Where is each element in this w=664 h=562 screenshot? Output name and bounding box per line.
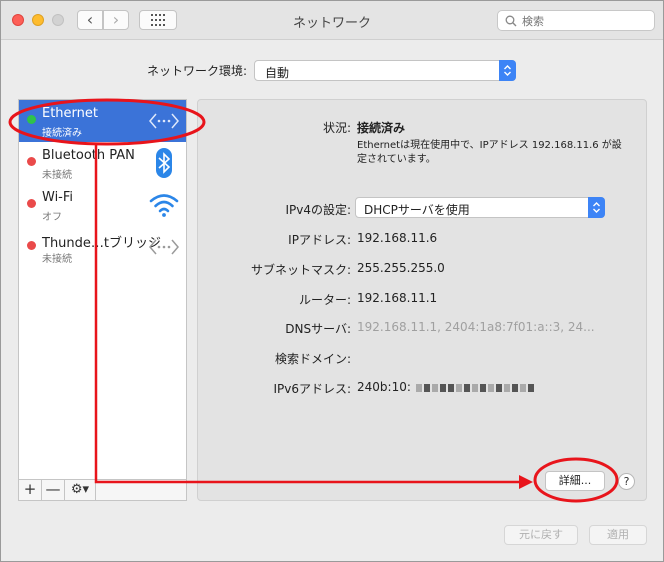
status-dot xyxy=(27,199,36,208)
subnet-mask-label: サブネットマスク: xyxy=(250,263,351,277)
ip-address-label: IPアドレス: xyxy=(288,233,351,247)
status-description: Ethernetは現在使用中で、IPアドレス 192.168.11.6 が設定さ… xyxy=(357,140,622,165)
service-status: オフ xyxy=(42,212,62,223)
updown-chevron-icon xyxy=(593,202,600,213)
location-value: 自動 xyxy=(265,66,290,80)
service-name: Ethernet xyxy=(42,106,98,121)
service-item-bluetooth-pan[interactable]: Bluetooth PAN 未接続 xyxy=(19,142,186,184)
remove-service-button[interactable]: — xyxy=(42,480,65,500)
gear-icon: ⚙︎▾ xyxy=(70,482,90,497)
updown-chevron-icon xyxy=(504,65,511,76)
service-list-toolbar: + — ⚙︎▾ xyxy=(18,480,187,501)
ipv6-address-label: IPv6アドレス: xyxy=(273,382,351,396)
status-dot xyxy=(27,115,36,124)
title-bar: ‹ › ネットワーク xyxy=(1,1,663,40)
service-name: Wi-Fi xyxy=(42,190,74,205)
location-stepper xyxy=(499,60,516,81)
router-label: ルーター: xyxy=(298,293,351,307)
ipv4-config-value: DHCPサーバを使用 xyxy=(364,203,470,217)
status-dot xyxy=(27,157,36,166)
service-item-wifi[interactable]: Wi-Fi オフ xyxy=(19,184,186,226)
add-service-button[interactable]: + xyxy=(19,480,42,500)
search-input[interactable] xyxy=(520,12,654,30)
status-value: 接続済み xyxy=(357,121,406,135)
service-item-ethernet[interactable]: Ethernet 接続済み xyxy=(19,100,186,142)
ipv4-stepper xyxy=(588,197,605,218)
search-domain-label: 検索ドメイン: xyxy=(274,352,351,366)
service-list: Ethernet 接続済み Bluetooth PAN 未接続 Wi-Fi オフ xyxy=(18,99,187,480)
ip-address-value: 192.168.11.6 xyxy=(357,231,438,245)
advanced-button[interactable]: 詳細... xyxy=(545,471,605,491)
ipv6-prefix: 240b:10: xyxy=(357,380,411,394)
redacted-mask xyxy=(415,380,535,394)
service-name: Bluetooth PAN xyxy=(42,148,135,163)
service-status: 未接続 xyxy=(42,254,72,265)
ipv4-config-label: IPv4の設定: xyxy=(285,203,351,217)
ethernet-icon xyxy=(149,113,179,129)
dns-label: DNSサーバ: xyxy=(285,322,351,336)
location-label: ネットワーク環境: xyxy=(147,64,248,78)
network-preferences-window: ‹ › ネットワーク ネットワーク環境: 自動 xyxy=(0,0,664,562)
search-icon xyxy=(505,15,517,27)
status-label: 状況: xyxy=(322,121,351,135)
bluetooth-icon xyxy=(156,148,172,178)
apply-button[interactable]: 適用 xyxy=(589,525,647,545)
search-field[interactable] xyxy=(497,10,655,31)
status-dot xyxy=(27,241,36,250)
service-status: 未接続 xyxy=(42,170,72,181)
gear-menu-button[interactable]: ⚙︎▾ xyxy=(65,480,96,500)
ipv6-address-value: 240b:10: xyxy=(357,380,535,394)
service-status: 接続済み xyxy=(42,128,82,139)
router-value: 192.168.11.1 xyxy=(357,291,438,305)
wifi-icon xyxy=(149,194,179,217)
ipv4-config-select[interactable]: DHCPサーバを使用 xyxy=(355,197,605,218)
service-item-thunderbolt-bridge[interactable]: Thunde…tブリッジ 未接続 xyxy=(19,226,186,268)
dns-value: 192.168.11.1, 2404:1a8:7f01:a::3, 24... xyxy=(357,320,595,334)
help-button[interactable]: ? xyxy=(618,473,635,490)
subnet-mask-value: 255.255.255.0 xyxy=(357,261,445,275)
service-name: Thunde…tブリッジ xyxy=(42,236,162,251)
revert-button[interactable]: 元に戻す xyxy=(504,525,578,545)
ethernet-icon xyxy=(149,239,179,255)
location-select[interactable]: 自動 xyxy=(254,60,516,81)
